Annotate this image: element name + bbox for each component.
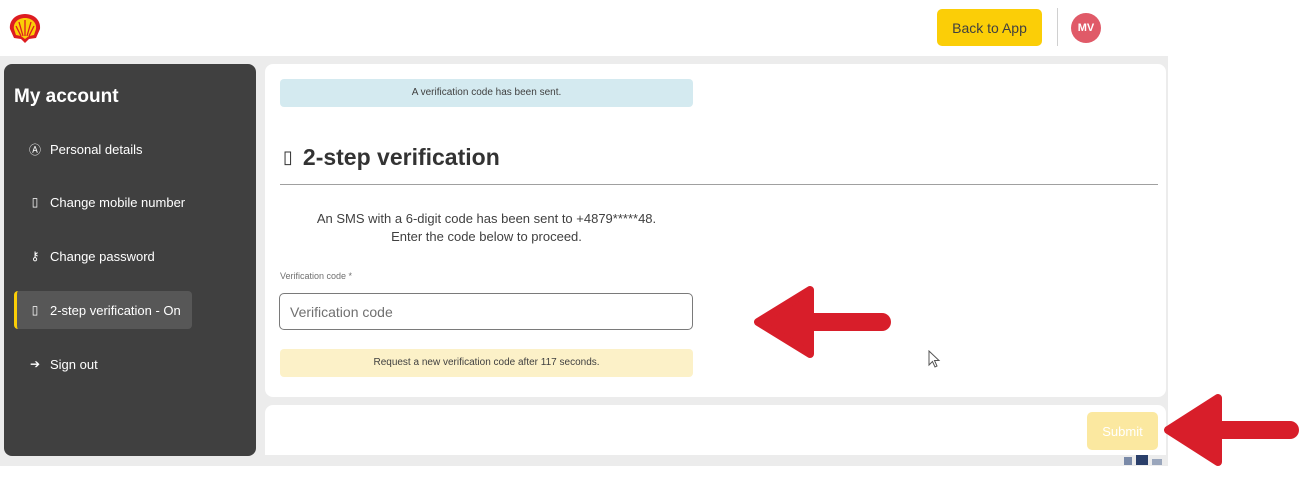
page-title: ▯ 2-step verification — [283, 144, 500, 171]
sidebar-item-change-mobile-number[interactable]: ▯ Change mobile number — [14, 183, 192, 221]
sidebar-item-sign-out[interactable]: ➔ Sign out — [14, 345, 192, 383]
sidebar-item-personal-details[interactable]: Ⓐ Personal details — [14, 130, 192, 168]
sidebar-item-label: Change password — [50, 248, 155, 264]
mobile-phone-icon: ▯ — [283, 147, 293, 167]
submit-button[interactable]: Submit — [1087, 412, 1158, 450]
mobile-phone-icon: ▯ — [31, 195, 39, 209]
top-bar: Back to App MV — [0, 0, 1302, 56]
account-sidebar: My account Ⓐ Personal details ▯ Change m… — [4, 64, 256, 456]
shell-logo-icon[interactable] — [8, 12, 42, 44]
verification-card: A verification code has been sent. ▯ 2-s… — [265, 64, 1166, 397]
info-banner: A verification code has been sent. — [280, 79, 693, 107]
page-title-text: 2-step verification — [302, 144, 500, 170]
sidebar-item-change-password[interactable]: ⚷ Change password — [14, 237, 192, 275]
sidebar-item-label: Personal details — [50, 141, 143, 157]
annotation-arrow-left-icon — [1164, 394, 1299, 466]
sidebar-item-label: 2-step verification - On — [50, 302, 181, 318]
key-icon: ⚷ — [30, 249, 40, 263]
verification-code-label: Verification code * — [280, 271, 353, 281]
sidebar-title: My account — [14, 86, 119, 107]
user-circle-icon: Ⓐ — [28, 142, 41, 157]
sidebar-item-label: Change mobile number — [50, 194, 186, 210]
title-divider — [280, 184, 1158, 185]
partial-widget-icon — [1124, 455, 1162, 465]
mobile-phone-icon: ▯ — [31, 303, 39, 317]
avatar[interactable]: MV — [1071, 13, 1101, 43]
form-footer: Submit — [265, 405, 1166, 455]
sign-out-icon: ➔ — [29, 357, 41, 371]
sms-line-2: Enter the code below to proceed. — [391, 229, 582, 244]
annotation-arrow-left-icon — [754, 286, 891, 358]
back-to-app-button[interactable]: Back to App — [937, 9, 1042, 46]
sidebar-item-label: Sign out — [50, 356, 98, 372]
resend-timer-banner: Request a new verification code after 11… — [280, 349, 693, 377]
header-divider — [1057, 8, 1058, 46]
mouse-cursor-icon — [928, 350, 941, 368]
verification-code-input[interactable] — [279, 293, 693, 330]
sms-line-1: An SMS with a 6-digit code has been sent… — [316, 211, 657, 226]
sms-instructions: An SMS with a 6-digit code has been sent… — [280, 210, 693, 246]
sidebar-item-2-step-verification[interactable]: ▯ 2-step verification - On — [14, 291, 192, 329]
